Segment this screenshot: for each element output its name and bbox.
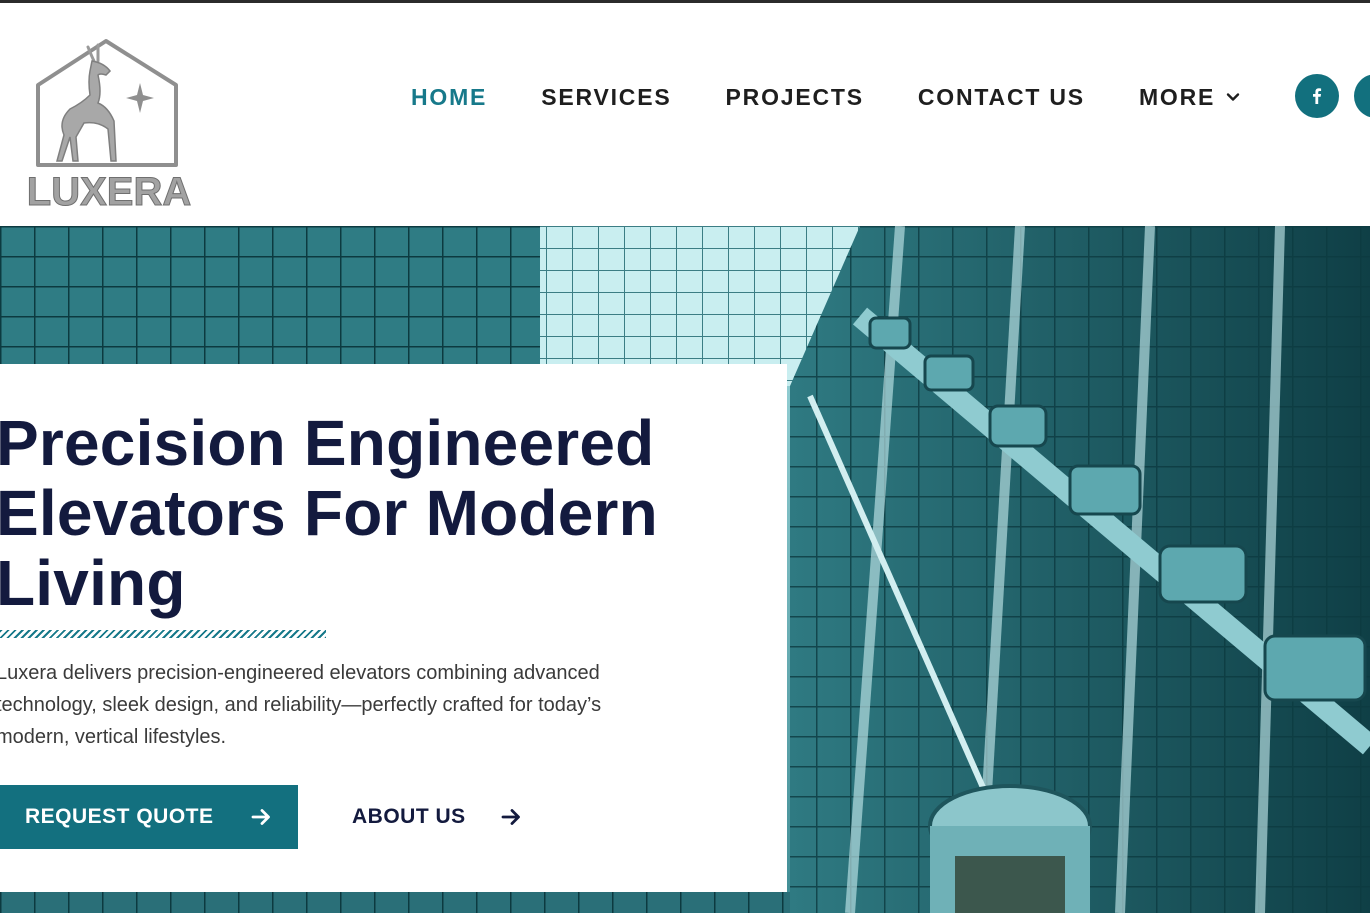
nav-projects-label: PROJECTS — [725, 83, 864, 110]
nav-contact-us-label: CONTACT US — [917, 83, 1085, 110]
nav-more-label: MORE — [1138, 83, 1216, 110]
nav-home-label: HOME — [411, 83, 488, 110]
facebook-button[interactable] — [1295, 74, 1339, 118]
nav-services[interactable]: SERVICES — [541, 84, 671, 111]
request-quote-button[interactable]: REQUEST QUOTE — [0, 785, 298, 849]
hero-description: Luxera delivers precision-engineered ele… — [0, 657, 686, 753]
about-us-button[interactable]: ABOUT US — [352, 785, 522, 849]
hero-description-line-2: technology, sleek design, and reliabilit… — [0, 694, 602, 716]
main-nav: HOME SERVICES PROJECTS CONTACT US MORE — [411, 79, 1295, 115]
request-quote-label: REQUEST QUOTE — [25, 805, 214, 828]
arrow-right-icon — [251, 809, 270, 825]
hero-description-line-1: Luxera delivers precision-engineered ele… — [0, 662, 600, 684]
social-icon — [1366, 86, 1370, 106]
arrow-right-icon — [501, 809, 520, 825]
nav-more-dropdown[interactable]: MORE — [1139, 84, 1241, 111]
hero-card: Precision Engineered Elevators For Moder… — [0, 364, 787, 892]
social-button[interactable] — [1354, 74, 1370, 118]
site-header: LUXERA HOME SERVICES PROJECTS CONTACT US… — [0, 3, 1370, 226]
chevron-down-icon — [1226, 93, 1240, 101]
nav-contact-us[interactable]: CONTACT US — [918, 84, 1085, 111]
facebook-icon — [1313, 88, 1322, 104]
hero-title-line-1: Precision Engineered — [0, 407, 655, 479]
hero-description-line-3: modern, vertical lifestyles. — [0, 726, 227, 748]
nav-services-label: SERVICES — [541, 83, 672, 110]
decorative-stripe — [0, 630, 326, 638]
hero-title-line-2: Elevators For Modern — [0, 477, 658, 549]
svg-text:LUXERA: LUXERA — [27, 170, 191, 214]
luxera-logo[interactable]: LUXERA — [18, 37, 200, 215]
nav-home[interactable]: HOME — [411, 84, 487, 111]
hero-section: Precision Engineered Elevators For Moder… — [0, 226, 1370, 913]
hero-title-line-3: Living — [0, 547, 186, 619]
hero-title: Precision Engineered Elevators For Moder… — [0, 408, 776, 618]
deer-house-logo-icon: LUXERA — [26, 39, 192, 215]
about-us-label: ABOUT US — [352, 805, 466, 828]
nav-projects[interactable]: PROJECTS — [726, 84, 864, 111]
